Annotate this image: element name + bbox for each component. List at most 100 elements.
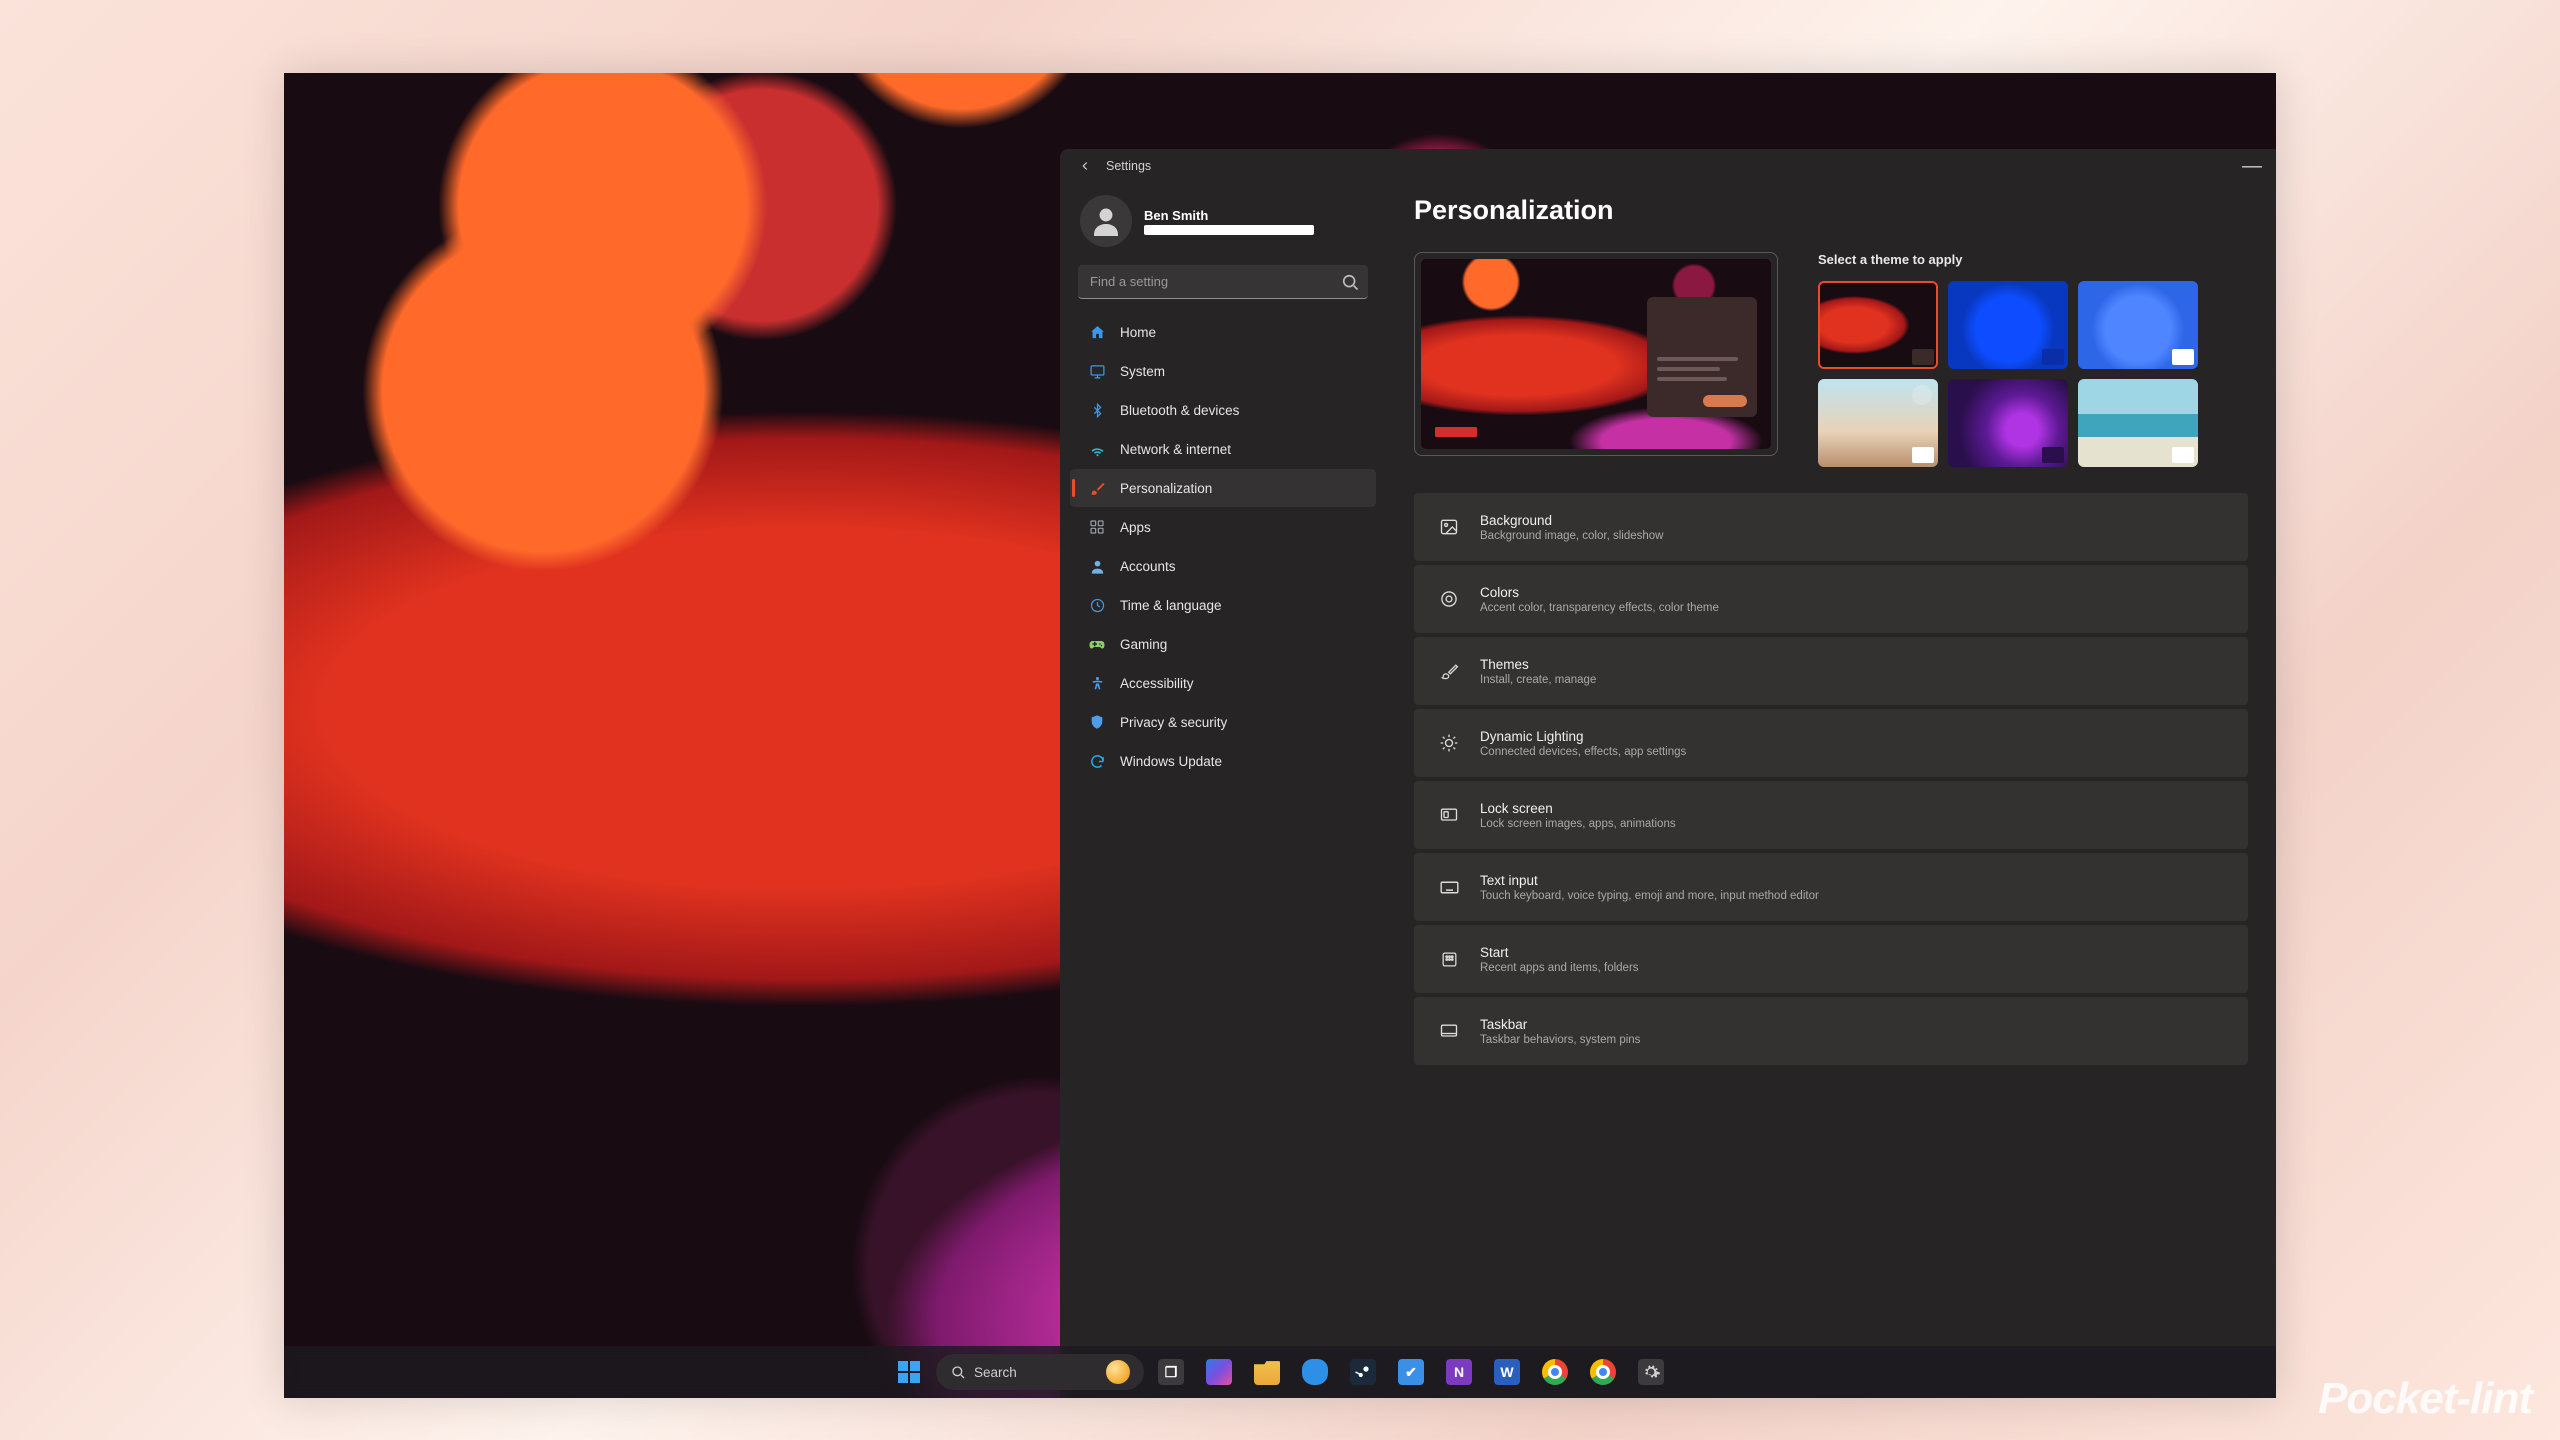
taskbar-app-word[interactable]: W (1486, 1351, 1528, 1393)
copilot-icon (1206, 1359, 1232, 1385)
acc-icon (1088, 674, 1106, 692)
row-subtitle: Background image, color, slideshow (1480, 530, 1663, 542)
apps-icon (1088, 518, 1106, 536)
sidebar-item-system[interactable]: System (1070, 352, 1376, 390)
file-explorer-icon (1254, 1359, 1280, 1385)
settings-row-dynamic-lighting[interactable]: Dynamic Lighting Connected devices, effec… (1414, 709, 2248, 777)
sidebar-item-label: Apps (1120, 520, 1151, 535)
settings-window: Settings — Ben Smith (1060, 149, 2276, 1398)
tbico-icon (1436, 1018, 1462, 1044)
start-icon (1436, 946, 1462, 972)
row-subtitle: Connected devices, effects, app settings (1480, 746, 1686, 758)
lock-icon (1436, 802, 1462, 828)
onedrive-icon (1302, 1359, 1328, 1385)
windows-logo-icon (898, 1361, 920, 1383)
window-title: Settings (1106, 159, 1151, 173)
taskbar-app-chrome-2[interactable] (1582, 1351, 1624, 1393)
taskbar-app-steam[interactable] (1342, 1351, 1384, 1393)
sidebar-item-windows-update[interactable]: Windows Update (1070, 742, 1376, 780)
settings-row-start[interactable]: StartRecent apps and items, folders (1414, 925, 2248, 993)
sidebar-item-accessibility[interactable]: Accessibility (1070, 664, 1376, 702)
game-icon (1088, 635, 1106, 653)
upd-icon (1088, 752, 1106, 770)
taskbar-app-chrome-1[interactable] (1534, 1351, 1576, 1393)
settings-row-themes[interactable]: ThemesInstall, create, manage (1414, 637, 2248, 705)
theme-option-1[interactable] (1818, 281, 1938, 369)
sidebar-item-home[interactable]: Home (1070, 313, 1376, 351)
theme-option-3[interactable] (2078, 281, 2198, 369)
theme-option-6[interactable] (2078, 379, 2198, 467)
system-icon (1088, 362, 1106, 380)
taskbar-app-todo[interactable]: ✔ (1390, 1351, 1432, 1393)
keyb-icon (1436, 874, 1462, 900)
settings-row-background[interactable]: BackgroundBackground image, color, slide… (1414, 493, 2248, 561)
page-background: Settings — Ben Smith (0, 0, 2560, 1440)
sidebar-item-label: Gaming (1120, 637, 1167, 652)
desktop-frame: Settings — Ben Smith (284, 73, 2276, 1398)
settings-row-colors[interactable]: ColorsAccent color, transparency effects… (1414, 565, 2248, 633)
settings-icon (1638, 1359, 1664, 1385)
sidebar-item-label: Bluetooth & devices (1120, 403, 1239, 418)
settings-row-text-input[interactable]: Text inputTouch keyboard, voice typing, … (1414, 853, 2248, 921)
taskbar-app-copilot[interactable] (1198, 1351, 1240, 1393)
taskbar-center: Search ❐ ✔ NW (888, 1351, 1672, 1393)
main-pane: Personalization (1386, 183, 2276, 1398)
time-icon (1088, 596, 1106, 614)
sidebar-item-label: Privacy & security (1120, 715, 1227, 730)
sidebar-item-personalization[interactable]: Personalization (1070, 469, 1376, 507)
settings-row-lock-screen[interactable]: Lock screenLock screen images, apps, ani… (1414, 781, 2248, 849)
theme-option-5[interactable] (1948, 379, 2068, 467)
sidebar-item-gaming[interactable]: Gaming (1070, 625, 1376, 663)
sidebar: Ben Smith Home System Bluetooth & devices N… (1060, 183, 1386, 1398)
row-title: Lock screen (1480, 801, 1676, 816)
row-title: Themes (1480, 657, 1596, 672)
sidebar-item-privacy-security[interactable]: Privacy & security (1070, 703, 1376, 741)
taskbar-app-onenote[interactable]: N (1438, 1351, 1480, 1393)
sidebar-item-accounts[interactable]: Accounts (1070, 547, 1376, 585)
current-theme-preview (1414, 252, 1778, 456)
back-button[interactable] (1074, 155, 1096, 177)
taskbar-app-settings[interactable] (1630, 1351, 1672, 1393)
search-input[interactable] (1078, 265, 1368, 299)
brush-icon (1088, 479, 1106, 497)
taskbar-app-task-view[interactable]: ❐ (1150, 1351, 1192, 1393)
theme-picker: Select a theme to apply (1818, 252, 2248, 467)
taskbar-app-file-explorer[interactable] (1246, 1351, 1288, 1393)
search-icon (1340, 272, 1360, 292)
taskbar-search[interactable]: Search (936, 1354, 1144, 1390)
sidebar-item-time-language[interactable]: Time & language (1070, 586, 1376, 624)
start-button[interactable] (888, 1351, 930, 1393)
brush-icon (1436, 658, 1462, 684)
watermark: Pocket-lint (2318, 1374, 2532, 1424)
sidebar-item-label: System (1120, 364, 1165, 379)
sidebar-nav: Home System Bluetooth & devices Network & i… (1070, 313, 1376, 780)
settings-row-taskbar[interactable]: TaskbarTaskbar behaviors, system pins (1414, 997, 2248, 1065)
theme-option-2[interactable] (1948, 281, 2068, 369)
priv-icon (1088, 713, 1106, 731)
sidebar-item-label: Home (1120, 325, 1156, 340)
onenote-icon: N (1446, 1359, 1472, 1385)
profile-block[interactable]: Ben Smith (1070, 189, 1376, 261)
home-icon (1088, 323, 1106, 341)
sidebar-item-label: Network & internet (1120, 442, 1231, 457)
row-title: Dynamic Lighting (1480, 729, 1686, 744)
todo-icon: ✔ (1398, 1359, 1424, 1385)
profile-name: Ben Smith (1144, 208, 1314, 223)
row-subtitle: Touch keyboard, voice typing, emoji and … (1480, 890, 1819, 902)
row-title: Start (1480, 945, 1639, 960)
row-subtitle: Taskbar behaviors, system pins (1480, 1034, 1640, 1046)
row-title: Colors (1480, 585, 1719, 600)
theme-picker-heading: Select a theme to apply (1818, 252, 2248, 267)
image-icon (1436, 514, 1462, 540)
sidebar-item-apps[interactable]: Apps (1070, 508, 1376, 546)
chrome-1-icon (1542, 1359, 1568, 1385)
taskbar-apps: ❐ ✔ NW (1150, 1351, 1672, 1393)
sidebar-item-network-internet[interactable]: Network & internet (1070, 430, 1376, 468)
theme-option-4[interactable] (1818, 379, 1938, 467)
sidebar-item-bluetooth-devices[interactable]: Bluetooth & devices (1070, 391, 1376, 429)
preview-wallpaper (1421, 259, 1771, 449)
arrow-left-icon (1078, 159, 1092, 173)
acct-icon (1088, 557, 1106, 575)
sidebar-item-label: Personalization (1120, 481, 1212, 496)
taskbar-app-onedrive[interactable] (1294, 1351, 1336, 1393)
